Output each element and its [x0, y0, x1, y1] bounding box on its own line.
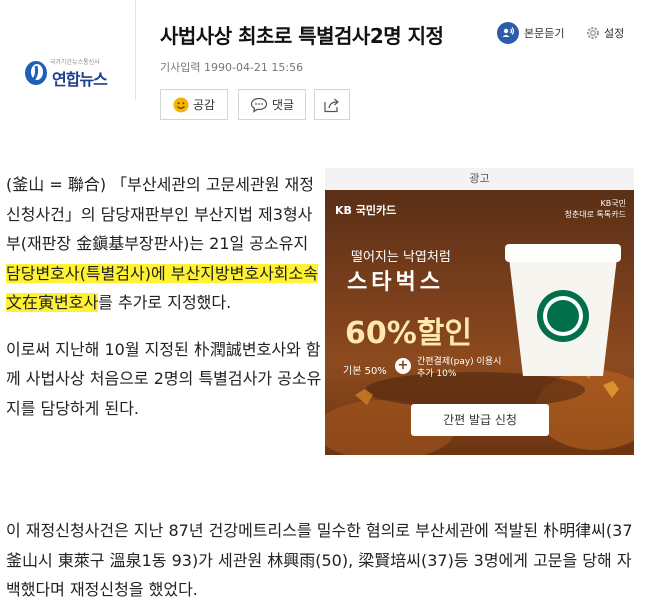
paragraph-2: 이로써 지난해 10월 지정된 朴潤誠변호사와 함께 사법사상 처음으로 2명의… [6, 339, 322, 418]
like-label: 공감 [192, 98, 216, 112]
paragraph-1-text: (釜山 = 聯合) 「부산세관의 고문세관원 재정신청사건」의 담당재판부인 부… [6, 175, 314, 253]
article-body: (釜山 = 聯合) 「부산세관의 고문세관원 재정신청사건」의 담당재판부인 부… [6, 170, 322, 440]
listen-button[interactable]: 본문듣기 [497, 22, 564, 44]
article-header: 국가기간뉴스통신사 연합뉴스 사법사상 최초로 특별검사2명 지정 본문듣기 설… [0, 0, 656, 140]
ad-headline-2: 스타벅스 [347, 270, 444, 295]
yonhap-logo-icon [25, 61, 47, 85]
kb-tagline-2: 청춘대로 톡톡카드 [564, 210, 626, 219]
comment-label: 댓글 [271, 98, 295, 112]
logo-text: 연합뉴스 [52, 70, 108, 89]
ad-banner[interactable]: 광고 KB 국민카드 KB국민 청춘대로 톡톡카드 떨어지는 낙엽처럼 스타벅스… [325, 168, 634, 455]
comment-button[interactable]: 댓글 [238, 89, 306, 120]
ad-extra-2: 추가 10% [417, 369, 457, 379]
ad-extra-discount: 간편결제(pay) 이용시 추가 10% [417, 356, 501, 380]
ad-label: 광고 [325, 168, 634, 191]
article-title: 사법사상 최초로 특별검사2명 지정 [160, 24, 444, 48]
like-button[interactable]: 공감 [160, 89, 228, 120]
kb-brand: KB 국민카드 [335, 204, 397, 217]
logo-area[interactable]: 국가기간뉴스통신사 연합뉴스 [0, 0, 136, 100]
ad-apply-button[interactable]: 간편 발급 신청 [411, 404, 549, 436]
listen-label: 본문듣기 [524, 27, 565, 40]
ad-base-discount: 기본 50% [343, 366, 387, 377]
ad-topbar: KB 국민카드 KB국민 청춘대로 톡톡카드 [325, 190, 634, 226]
ad-headline-1: 떨어지는 낙엽처럼 [351, 250, 451, 265]
paragraph-3: 이 재정신청사건은 지난 87년 건강메트리스를 밀수한 혐의로 부산세관에 적… [6, 521, 633, 599]
ad-extra-1: 간편결제(pay) 이용시 [417, 357, 502, 367]
kb-tagline-1: KB국민 [600, 199, 626, 208]
kb-tagline: KB국민 청춘대로 톡톡카드 [556, 198, 626, 220]
smile-icon [173, 97, 189, 112]
settings-label: 설정 [604, 27, 625, 40]
comment-icon [250, 97, 268, 113]
settings-button[interactable]: 설정 [585, 22, 624, 44]
logo-tagline: 국가기간뉴스통신사 [50, 59, 100, 66]
paragraph-1-end: 를 추가로 지정했다. [98, 293, 232, 312]
paragraph-1: (釜山 = 聯合) 「부산세관의 고문세관원 재정신청사건」의 담당재판부인 부… [6, 170, 322, 318]
coffee-cup-icon [505, 244, 621, 376]
share-button[interactable] [314, 89, 350, 120]
ad-discount: 60%할인 [345, 316, 473, 351]
gear-icon [587, 27, 599, 39]
ad-image[interactable]: KB 국민카드 KB국민 청춘대로 톡톡카드 떨어지는 낙엽처럼 스타벅스 60… [325, 190, 634, 455]
plus-icon: + [395, 358, 411, 374]
speaker-icon [497, 22, 519, 44]
article-dateline: 기사입력 1990-04-21 15:56 [160, 61, 304, 74]
share-icon [324, 98, 339, 112]
